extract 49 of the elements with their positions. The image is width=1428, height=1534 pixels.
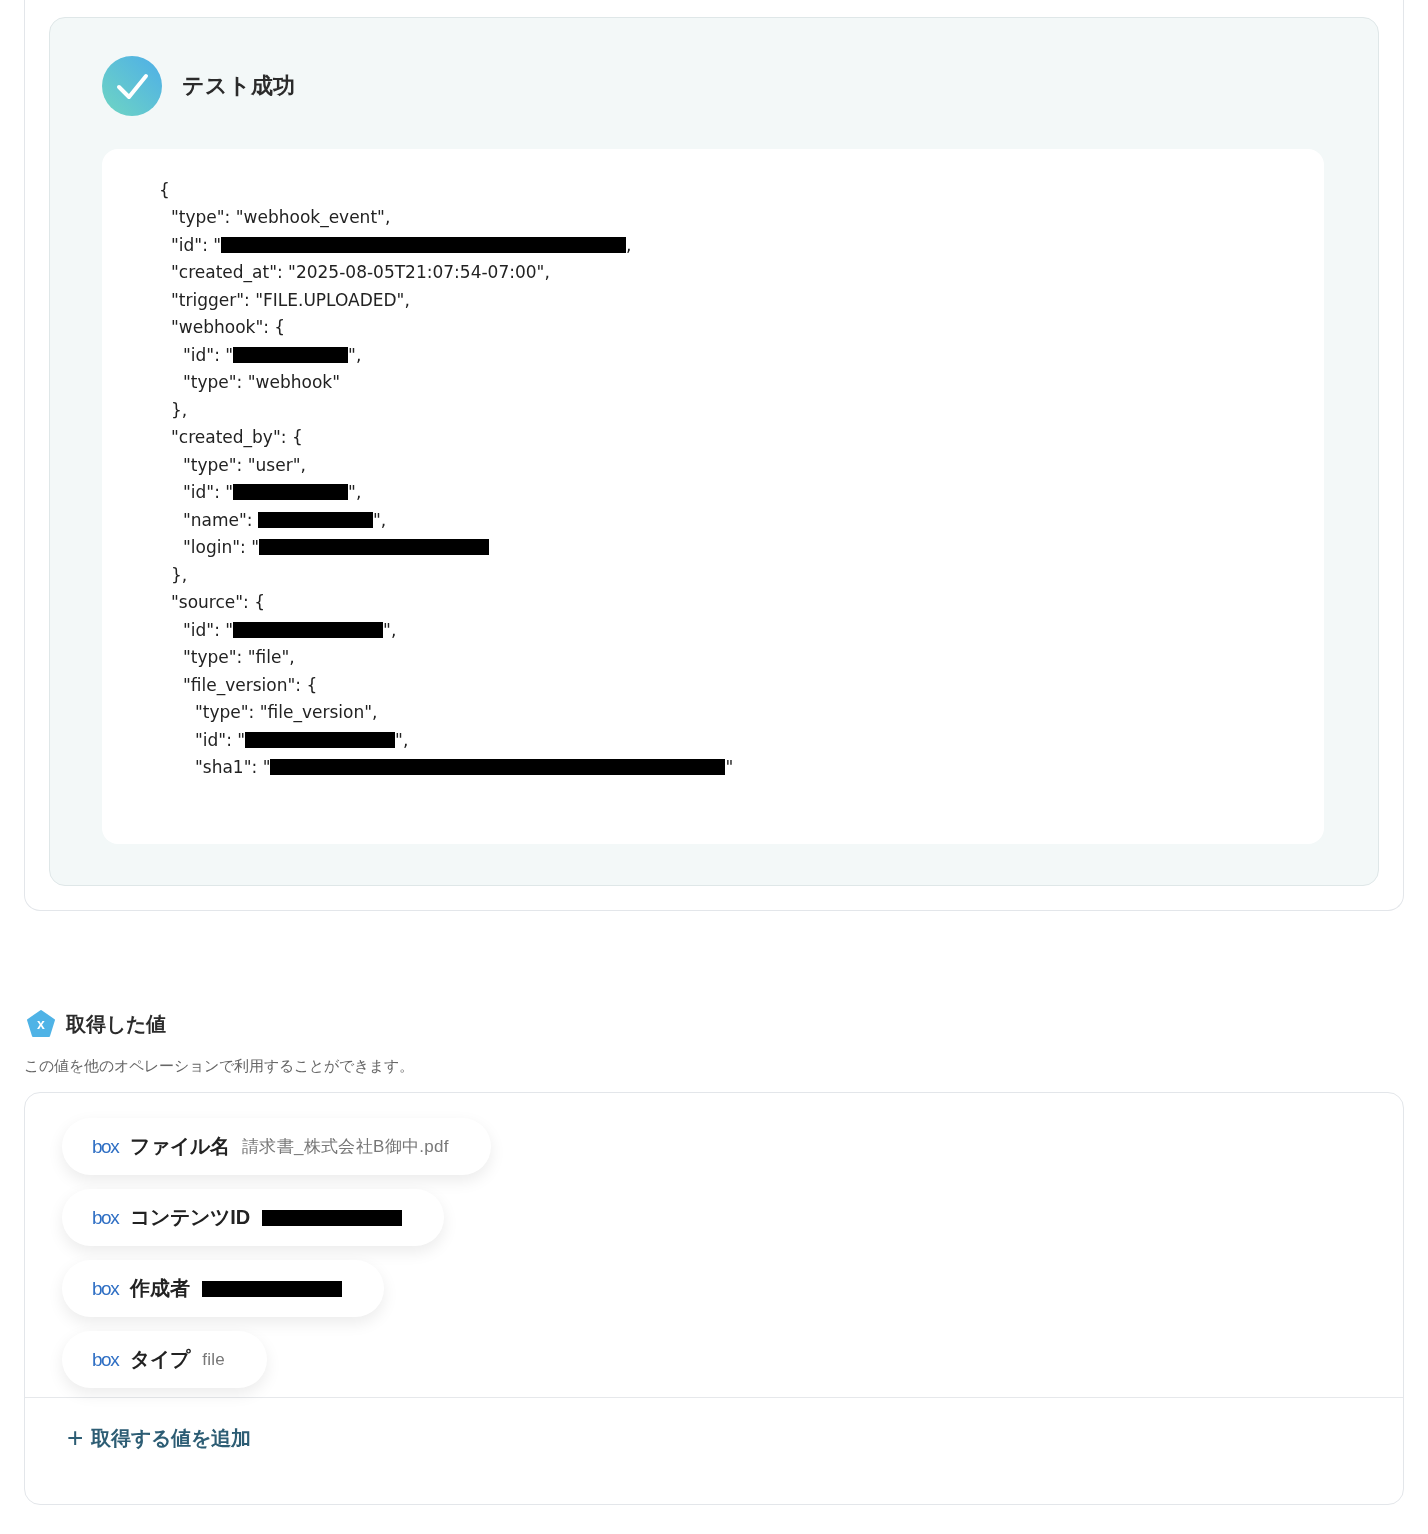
value-text: 請求書_株式会社B御中.pdf: [242, 1136, 449, 1158]
check-icon: [102, 56, 162, 116]
value-chip[interactable]: box タイプ file: [62, 1331, 268, 1388]
code-text: ,: [626, 234, 632, 255]
code-line: "id": ": [183, 482, 234, 503]
section-title: 取得した値: [66, 1011, 166, 1037]
value-chip[interactable]: box 作成者: [62, 1260, 385, 1317]
code-line: "file_version": {: [183, 674, 318, 695]
code-text: ": [725, 757, 734, 778]
result-title: テスト成功: [182, 72, 295, 100]
add-value-button[interactable]: + 取得する値を追加: [67, 1424, 252, 1452]
section-description: この値を他のオペレーションで利用することができます。: [24, 1057, 415, 1076]
value-chip[interactable]: box ファイル名 請求書_株式会社B御中.pdf: [62, 1118, 491, 1175]
code-line: },: [171, 564, 188, 585]
value-chip[interactable]: box コンテンツID: [62, 1189, 445, 1246]
code-line: "sha1": ": [195, 757, 271, 778]
code-line: },: [171, 399, 188, 420]
code-text: ",: [348, 344, 362, 365]
logo-text: box: [92, 1348, 119, 1371]
value-text: file: [202, 1349, 226, 1370]
code-line: "created_at": "2025-08-05T21:07:54-07:00",: [171, 262, 550, 283]
code-line: "type": "webhook": [183, 372, 340, 393]
code-line: "type": "user",: [183, 454, 306, 475]
code-line: "id": ": [183, 344, 234, 365]
code-line: "type": "file",: [183, 647, 295, 668]
logo-text: box: [92, 1277, 119, 1300]
code-line: "type": "webhook_event",: [171, 207, 391, 228]
value-label: コンテンツID: [130, 1205, 251, 1230]
code-line: "name":: [183, 509, 254, 530]
code-line: "id": ": [195, 729, 246, 750]
code-line: "trigger": "FILE.UPLOADED",: [171, 289, 410, 310]
value-label: 作成者: [130, 1276, 191, 1301]
code-line: "id": ": [183, 619, 234, 640]
value-label: ファイル名: [130, 1134, 231, 1159]
code-line: "type": "file_version",: [195, 702, 378, 723]
code-line: "id": ": [171, 234, 222, 255]
variable-icon: x: [26, 1009, 56, 1039]
logo-text: box: [92, 1135, 119, 1158]
code-text: ",: [395, 729, 409, 750]
value-label: タイプ: [130, 1347, 191, 1372]
code-text: ",: [348, 482, 362, 503]
code-line: "source": {: [171, 592, 266, 613]
code-line: "created_by": {: [171, 427, 303, 448]
logo-text: box: [92, 1206, 119, 1229]
code-line: {: [159, 179, 170, 200]
code-line: "login": ": [183, 537, 259, 558]
code-text: ",: [373, 509, 387, 530]
code-line: "webhook": {: [171, 317, 286, 338]
code-text: ",: [383, 619, 397, 640]
